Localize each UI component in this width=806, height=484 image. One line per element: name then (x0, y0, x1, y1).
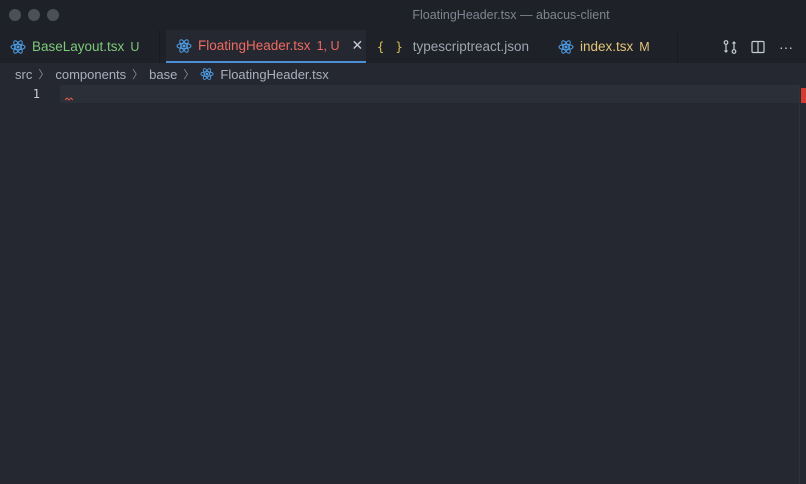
tab-label: typescriptreact.json (412, 39, 529, 54)
tab-label: BaseLayout.tsx (32, 39, 125, 54)
vertical-scrollbar[interactable] (799, 85, 806, 484)
split-editor-icon[interactable] (750, 39, 766, 55)
tab-status-badge: 1, U (316, 38, 340, 53)
chevron-right-icon: 〉 (132, 69, 144, 81)
react-icon (558, 39, 574, 54)
close-tab-icon[interactable]: ✕ (352, 37, 364, 54)
editor-actions: ··· (722, 30, 794, 63)
title-bar: FloatingHeader.tsx — abacus-client (0, 0, 806, 30)
more-actions-icon[interactable]: ··· (778, 39, 794, 55)
tab-bar: BaseLayout.tsx U FloatingHeader.tsx 1, U… (0, 30, 806, 63)
breadcrumb: src 〉 components 〉 base 〉 FloatingHeader… (0, 63, 806, 85)
current-line-highlight (60, 85, 800, 103)
react-icon (10, 39, 26, 54)
editor-window: FloatingHeader.tsx — abacus-client BaseL… (0, 0, 806, 484)
chevron-right-icon: 〉 (183, 69, 195, 81)
window-title: FloatingHeader.tsx — abacus-client (412, 8, 610, 22)
tab-status-badge: U (130, 39, 140, 54)
breadcrumb-src[interactable]: src (15, 67, 32, 82)
tab-typescriptreact-json[interactable]: { } typescriptreact.json (367, 30, 548, 63)
error-scroll-marker (801, 88, 806, 103)
compare-changes-icon[interactable] (722, 39, 738, 55)
chevron-right-icon: 〉 (38, 69, 50, 81)
tab-floatingheader[interactable]: FloatingHeader.tsx 1, U ✕ (166, 30, 366, 63)
react-icon (200, 68, 214, 80)
breadcrumb-file[interactable]: FloatingHeader.tsx (220, 67, 328, 82)
tab-label: index.tsx (580, 39, 634, 54)
code-editor[interactable]: 1 (0, 85, 806, 484)
tab-baselayout[interactable]: BaseLayout.tsx U (0, 30, 160, 63)
breadcrumb-base[interactable]: base (149, 67, 177, 82)
tab-status-badge: M (639, 39, 650, 54)
react-icon (176, 38, 192, 53)
line-number: 1 (32, 87, 40, 101)
tab-index[interactable]: index.tsx M (548, 30, 678, 63)
error-squiggle (65, 97, 73, 101)
json-braces-icon: { } (377, 39, 405, 54)
breadcrumb-components[interactable]: components (55, 67, 126, 82)
tab-label: FloatingHeader.tsx (198, 38, 311, 53)
